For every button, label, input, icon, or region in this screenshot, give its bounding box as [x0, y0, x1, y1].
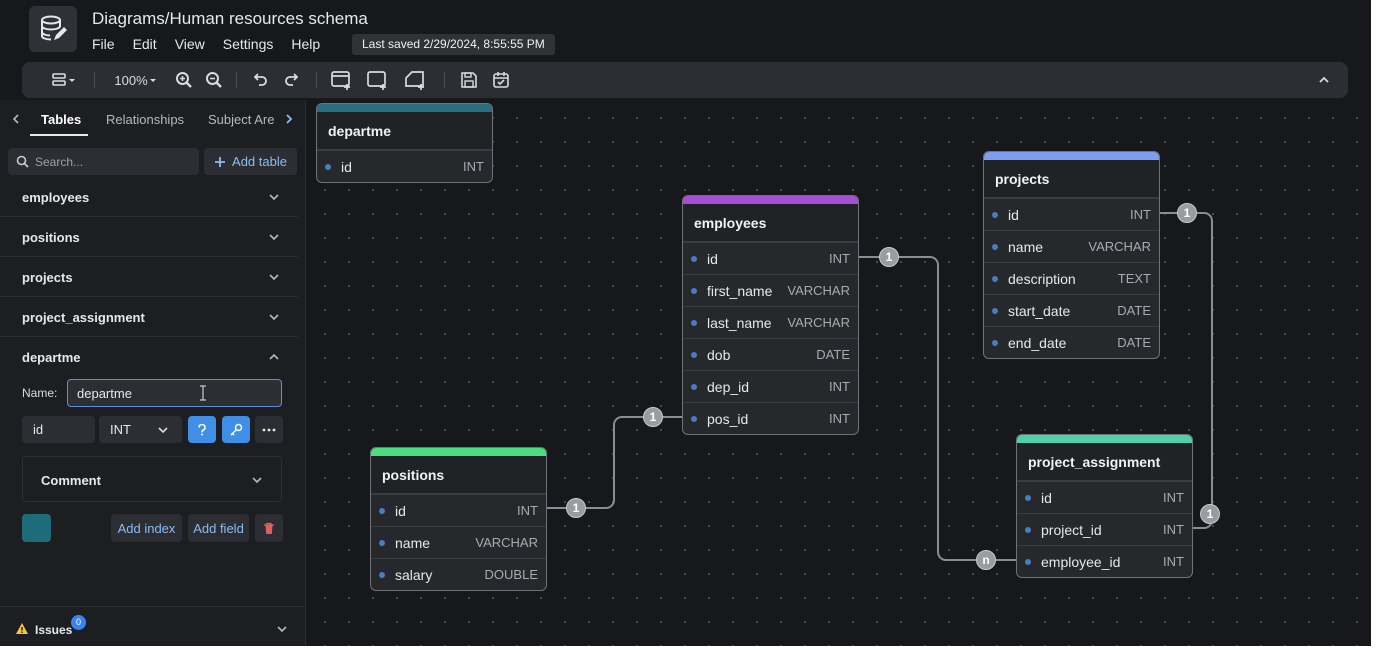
table-field-row[interactable]: description TEXT — [984, 262, 1159, 294]
field-type: DATE — [816, 347, 850, 362]
field-type: INT — [1163, 522, 1184, 537]
field-type: DATE — [1117, 303, 1151, 318]
app-window: Diagrams/Human resources schema File Edi… — [0, 0, 1371, 646]
field-name: salary — [395, 566, 433, 583]
cardinality-badge: 1 — [566, 498, 586, 518]
table-field-row[interactable]: id INT — [371, 494, 546, 526]
cardinality-badge: n — [976, 550, 996, 570]
field-name: id — [1041, 489, 1052, 506]
field-name: id — [395, 502, 406, 519]
field-name: last_name — [707, 314, 772, 331]
table-color-bar — [683, 196, 858, 204]
field-type: INT — [1163, 554, 1184, 569]
relationship-line[interactable] — [546, 416, 683, 509]
field-handle[interactable] — [691, 415, 697, 422]
field-type: INT — [1130, 207, 1151, 222]
field-handle[interactable] — [1025, 526, 1031, 533]
field-handle[interactable] — [325, 163, 331, 170]
field-handle[interactable] — [992, 275, 998, 282]
table-color-bar — [984, 152, 1159, 160]
table-header[interactable]: departme — [317, 112, 492, 150]
cardinality-badge: 1 — [1200, 504, 1220, 524]
field-handle[interactable] — [992, 243, 998, 250]
table-header[interactable]: projects — [984, 160, 1159, 198]
field-handle[interactable] — [691, 383, 697, 390]
field-type: VARCHAR — [787, 315, 850, 330]
field-name: name — [1008, 238, 1044, 255]
table-field-row[interactable]: project_id INT — [1017, 513, 1192, 545]
table-field-row[interactable]: first_name VARCHAR — [683, 274, 858, 306]
field-name: id — [341, 158, 352, 175]
field-name: id — [1008, 206, 1019, 223]
field-name: end_date — [1008, 334, 1067, 351]
table-field-row[interactable]: id INT — [984, 198, 1159, 230]
field-handle[interactable] — [992, 211, 998, 218]
field-type: VARCHAR — [1088, 239, 1151, 254]
table-field-row[interactable]: last_name VARCHAR — [683, 306, 858, 338]
field-handle[interactable] — [992, 307, 998, 314]
field-type: INT — [829, 379, 850, 394]
field-name: dep_id — [707, 378, 750, 395]
table-card-project-assignment[interactable]: project_assignment id INT project_id INT e… — [1016, 434, 1193, 578]
table-field-row[interactable]: name VARCHAR — [371, 526, 546, 558]
table-field-row[interactable]: salary DOUBLE — [371, 558, 546, 590]
table-field-row[interactable]: id INT — [1017, 481, 1192, 513]
field-handle[interactable] — [379, 539, 385, 546]
field-handle[interactable] — [379, 507, 385, 514]
table-card-positions[interactable]: positions id INT name VARCHAR salary DOUBLE — [370, 447, 547, 591]
field-type: INT — [829, 411, 850, 426]
table-card-projects[interactable]: projects id INT name VARCHAR description TE… — [983, 151, 1160, 359]
table-field-row[interactable]: employee_id INT — [1017, 545, 1192, 577]
table-card-departme[interactable]: departme id INT — [316, 103, 493, 183]
field-name: first_name — [707, 282, 773, 299]
table-header[interactable]: employees — [683, 204, 858, 242]
cardinality-badge: 1 — [1177, 203, 1197, 223]
table-color-bar — [317, 104, 492, 112]
table-field-row[interactable]: id INT — [683, 242, 858, 274]
field-name: project_id — [1041, 521, 1102, 538]
field-name: name — [395, 534, 431, 551]
field-type: INT — [463, 159, 484, 174]
cardinality-badge: 1 — [643, 407, 663, 427]
field-handle[interactable] — [691, 351, 697, 358]
field-type: DOUBLE — [484, 567, 538, 582]
field-type: TEXT — [1117, 271, 1151, 286]
table-color-bar — [1017, 435, 1192, 443]
field-type: VARCHAR — [475, 535, 538, 550]
field-name: id — [707, 250, 718, 267]
field-name: employee_id — [1041, 553, 1121, 570]
field-name: dob — [707, 346, 731, 363]
field-name: description — [1008, 270, 1076, 287]
table-field-row[interactable]: dob DATE — [683, 338, 858, 370]
field-handle[interactable] — [1025, 558, 1031, 565]
table-color-bar — [371, 448, 546, 456]
table-field-row[interactable]: start_date DATE — [984, 294, 1159, 326]
field-handle[interactable] — [1025, 494, 1031, 501]
table-field-row[interactable]: pos_id INT — [683, 402, 858, 434]
cardinality-badge: 1 — [879, 247, 899, 267]
field-name: pos_id — [707, 410, 749, 427]
table-header[interactable]: project_assignment — [1017, 443, 1192, 481]
field-type: VARCHAR — [787, 283, 850, 298]
table-field-row[interactable]: end_date DATE — [984, 326, 1159, 358]
table-field-row[interactable]: id INT — [317, 150, 492, 182]
field-type: INT — [1163, 490, 1184, 505]
field-handle[interactable] — [691, 319, 697, 326]
field-handle[interactable] — [691, 255, 697, 262]
field-type: INT — [829, 251, 850, 266]
table-field-row[interactable]: name VARCHAR — [984, 230, 1159, 262]
table-card-employees[interactable]: employees id INT first_name VARCHAR last_n… — [682, 195, 859, 435]
field-handle[interactable] — [379, 571, 385, 578]
field-type: INT — [517, 503, 538, 518]
field-type: DATE — [1117, 335, 1151, 350]
table-field-row[interactable]: dep_id INT — [683, 370, 858, 402]
field-name: start_date — [1008, 302, 1071, 319]
field-handle[interactable] — [992, 339, 998, 346]
field-handle[interactable] — [691, 287, 697, 294]
table-header[interactable]: positions — [371, 456, 546, 494]
